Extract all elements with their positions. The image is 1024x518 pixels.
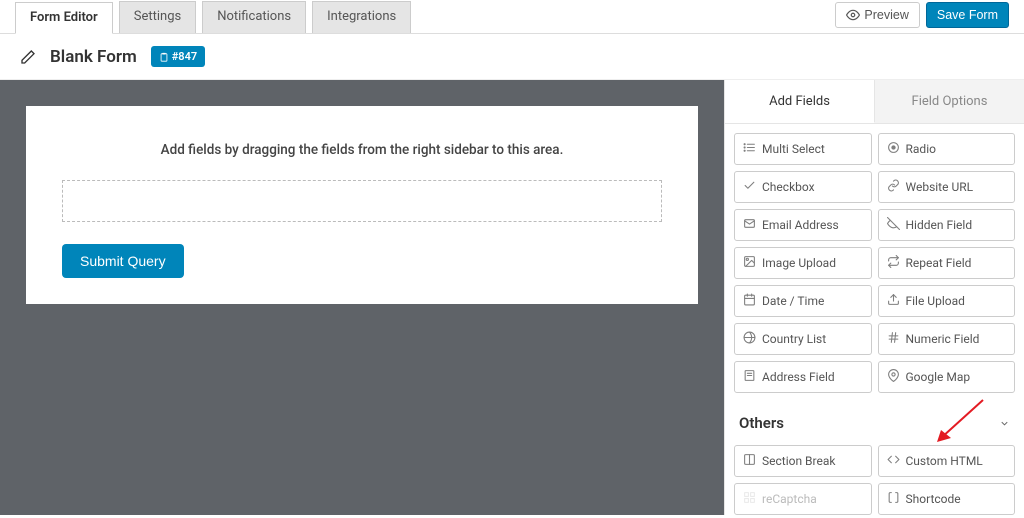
preview-button[interactable]: Preview: [835, 2, 919, 28]
upload-icon: [887, 293, 900, 309]
field-label: Custom HTML: [906, 454, 983, 468]
dropzone[interactable]: [62, 180, 662, 222]
link-icon: [887, 179, 900, 195]
calendar-icon: [743, 293, 756, 309]
save-form-button[interactable]: Save Form: [926, 2, 1009, 28]
sidebar-tab-field-options[interactable]: Field Options: [875, 80, 1024, 123]
image-icon: [743, 255, 756, 271]
sidebar: Add FieldsField Options Multi Select Radi…: [724, 80, 1024, 515]
field-label: Date / Time: [762, 294, 824, 308]
save-label: Save Form: [937, 8, 998, 22]
form-canvas[interactable]: Add fields by dragging the fields from t…: [26, 106, 698, 304]
field-label: Numeric Field: [906, 332, 980, 346]
field-label: Google Map: [906, 370, 971, 384]
radio-icon: [887, 141, 900, 157]
form-title-row: Blank Form #847: [0, 34, 1024, 79]
list-icon: [743, 141, 756, 157]
sidebar-tabs: Add FieldsField Options: [725, 80, 1024, 124]
hash-icon: [887, 331, 900, 347]
field-email-address[interactable]: Email Address: [734, 209, 872, 241]
field-multi-select[interactable]: Multi Select: [734, 133, 872, 165]
field-image-upload[interactable]: Image Upload: [734, 247, 872, 279]
repeat-icon: [887, 255, 900, 271]
check-icon: [743, 179, 756, 195]
columns-icon: [743, 453, 756, 469]
field-grid-others: Section Break Custom HTML reCaptcha Shortco…: [725, 436, 1024, 515]
field-repeat-field[interactable]: Repeat Field: [878, 247, 1016, 279]
form-id-tag[interactable]: #847: [151, 46, 205, 67]
field-label: reCaptcha: [762, 492, 817, 506]
code-icon: [887, 453, 900, 469]
preview-label: Preview: [864, 8, 908, 22]
tab-integrations[interactable]: Integrations: [312, 1, 411, 33]
eye-off-icon: [887, 217, 900, 233]
field-website-url[interactable]: Website URL: [878, 171, 1016, 203]
field-hidden-field[interactable]: Hidden Field: [878, 209, 1016, 241]
field-country-list[interactable]: Country List: [734, 323, 872, 355]
grid-icon: [743, 491, 756, 507]
field-grid: Multi Select Radio Checkbox Website URL Emai…: [725, 124, 1024, 402]
field-numeric-field[interactable]: Numeric Field: [878, 323, 1016, 355]
chevron-down-icon: [999, 418, 1010, 429]
field-label: Radio: [906, 142, 936, 156]
field-radio[interactable]: Radio: [878, 133, 1016, 165]
field-label: File Upload: [906, 294, 965, 308]
mail-icon: [743, 217, 756, 233]
field-file-upload[interactable]: File Upload: [878, 285, 1016, 317]
form-title[interactable]: Blank Form: [50, 47, 137, 67]
field-label: Address Field: [762, 370, 835, 384]
field-label: Website URL: [906, 180, 974, 194]
field-label: Shortcode: [906, 492, 961, 506]
tab-settings[interactable]: Settings: [119, 1, 196, 33]
field-date-time[interactable]: Date / Time: [734, 285, 872, 317]
field-label: Country List: [762, 332, 826, 346]
field-section-break[interactable]: Section Break: [734, 445, 872, 477]
field-label: Section Break: [762, 454, 835, 468]
tab-form-editor[interactable]: Form Editor: [15, 2, 113, 34]
clipboard-icon: [159, 52, 169, 62]
tab-notifications[interactable]: Notifications: [202, 1, 306, 33]
canvas-area: Add fields by dragging the fields from t…: [0, 80, 724, 515]
field-recaptcha: reCaptcha: [734, 483, 872, 515]
field-label: Repeat Field: [906, 256, 972, 270]
top-tab-bar: Form EditorSettingsNotificationsIntegrat…: [0, 0, 1024, 34]
edit-icon[interactable]: [20, 49, 36, 65]
canvas-placeholder: Add fields by dragging the fields from t…: [62, 142, 662, 158]
form-id-text: #847: [172, 50, 197, 63]
field-address-field[interactable]: Address Field: [734, 361, 872, 393]
field-label: Email Address: [762, 218, 839, 232]
field-checkbox[interactable]: Checkbox: [734, 171, 872, 203]
field-google-map[interactable]: Google Map: [878, 361, 1016, 393]
section-header-others[interactable]: Others: [725, 402, 1024, 436]
globe-icon: [743, 331, 756, 347]
field-shortcode[interactable]: Shortcode: [878, 483, 1016, 515]
field-label: Checkbox: [762, 180, 815, 194]
sidebar-content[interactable]: Multi Select Radio Checkbox Website URL Emai…: [725, 124, 1024, 515]
field-label: Hidden Field: [906, 218, 973, 232]
eye-icon: [846, 8, 860, 22]
pin-icon: [887, 369, 900, 385]
submit-button[interactable]: Submit Query: [62, 244, 184, 278]
address-icon: [743, 369, 756, 385]
sidebar-tab-add-fields[interactable]: Add Fields: [725, 80, 875, 123]
brackets-icon: [887, 491, 900, 507]
field-custom-html[interactable]: Custom HTML: [878, 445, 1016, 477]
field-label: Image Upload: [762, 256, 836, 270]
field-label: Multi Select: [762, 142, 825, 156]
